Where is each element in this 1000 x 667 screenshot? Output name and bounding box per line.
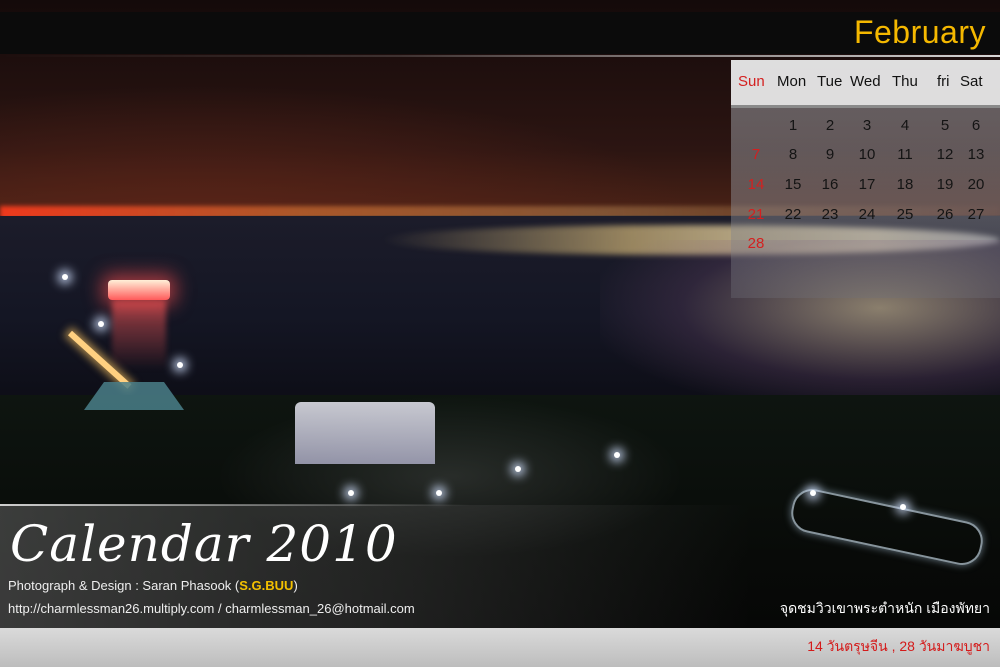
street-lamp [515,466,521,472]
header-bar [0,12,1000,54]
calendar-day: 10 [858,146,876,163]
street-lamp [436,490,442,496]
calendar-day: 2 [825,117,835,134]
calendar-day: 25 [896,206,914,223]
calendar-day: 5 [940,117,950,134]
location-caption: จุดชมวิวเขาพระตำหนัก เมืองพัทยา [779,600,990,616]
street-lamp [98,321,104,327]
calendar-day: 22 [784,206,802,223]
calendar-day: 17 [858,176,876,193]
calendar-day: 15 [784,176,802,193]
calendar-day: 13 [967,146,985,163]
holiday-note: 14 วันตรุษจีน , 28 วันมาฆบูชา [807,638,990,654]
calendar-day: 8 [788,146,798,163]
credit-close: ) [293,578,298,593]
calendar-wallpaper: February Sun Mon Tue Wed Thu fri Sat 123… [0,0,1000,667]
header-divider [0,55,1000,57]
calendar-day: 20 [967,176,985,193]
white-building [295,402,435,464]
calendar-day: 9 [825,146,835,163]
calendar-day: 3 [862,117,872,134]
calendar-day: 7 [751,146,761,163]
street-lamp [348,490,354,496]
calendar-day: 26 [936,206,954,223]
calendar-day: 14 [747,176,765,193]
contact-links: http://charmlessman26.multiply.com / cha… [8,601,415,616]
ship-reflection [112,300,166,370]
calendar-day: 28 [747,235,765,252]
weekday-divider [731,105,1000,108]
month-calendar: Sun Mon Tue Wed Thu fri Sat 1 2 3 4 5 6 7 8 9 10 1… [731,60,1000,298]
calendar-day: 6 [971,117,981,134]
street-lamp [614,452,620,458]
weekday-mon: Mon [777,73,807,90]
calendar-day: 27 [967,206,985,223]
calendar-day: 4 [900,117,910,134]
calendar-day: 16 [821,176,839,193]
weekday-tue: Tue [817,73,843,90]
calendar-day: 21 [747,206,765,223]
weekday-header: Sun Mon Tue Wed Thu fri Sat [731,60,1000,105]
street-lamp [177,362,183,368]
credit-label: Photograph & Design : Saran Phasook ( [8,578,240,593]
calendar-day: 18 [896,176,914,193]
weekday-wed: Wed [850,73,881,90]
calendar-day: 19 [936,176,954,193]
weekday-fri: fri [937,73,950,90]
calendar-day: 1 [788,117,798,134]
calendar-day: 24 [858,206,876,223]
street-lamp [810,490,816,496]
weekday-thu: Thu [892,73,918,90]
weekday-sun: Sun [738,73,765,90]
month-title: February [853,14,986,50]
weekday-sat: Sat [960,73,983,90]
lit-ship [108,280,170,300]
street-lamp [62,274,68,280]
calendar-title: Calendar 2010 [10,515,398,573]
calendar-day: 23 [821,206,839,223]
calendar-day: 11 [897,146,913,163]
credit-divider [0,504,470,506]
calendar-day: 12 [936,146,954,163]
brand-name: S.G.BUU [239,578,294,593]
photo-credit: Photograph & Design : Saran Phasook (S.G… [8,578,298,593]
